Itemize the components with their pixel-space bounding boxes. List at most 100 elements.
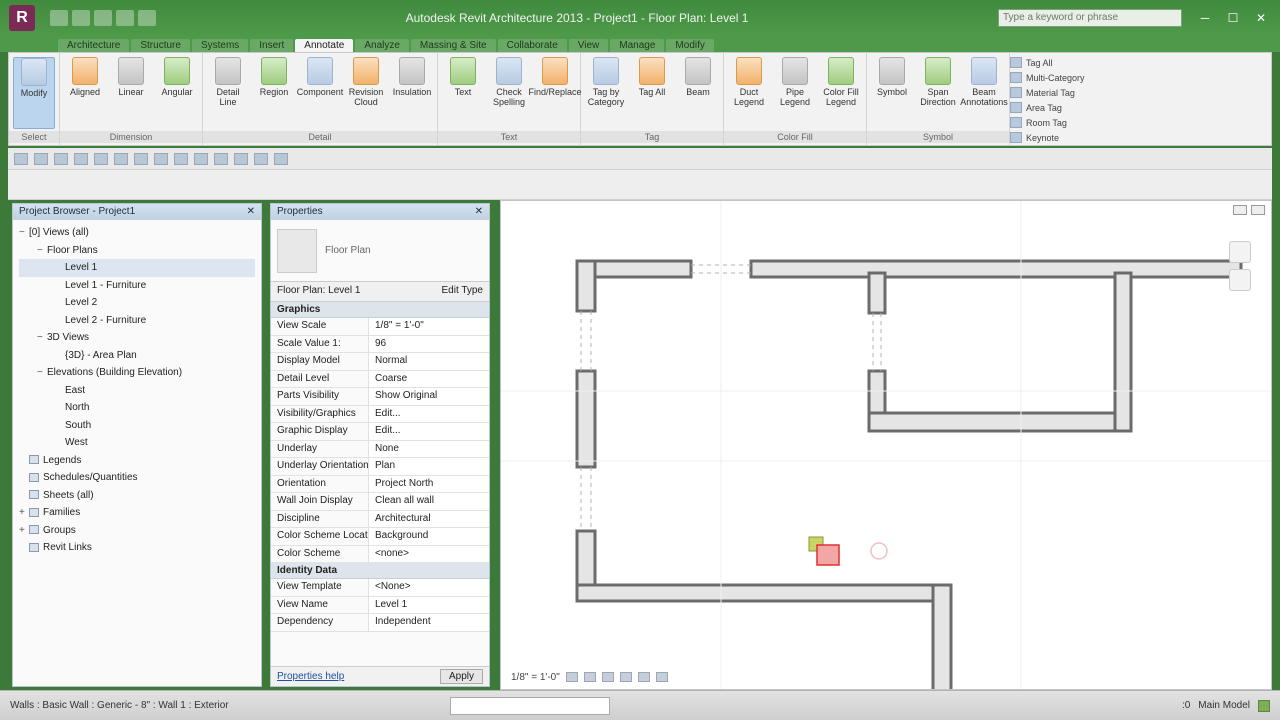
tab-annotate[interactable]: Annotate <box>295 39 354 52</box>
tab-modify[interactable]: Modify <box>666 39 714 52</box>
tab-view[interactable]: View <box>568 39 609 52</box>
tag-by-category-button[interactable]: Tag by Category <box>585 57 627 129</box>
modify-button[interactable]: Modify <box>13 57 55 129</box>
beam-button[interactable]: Beam <box>677 57 719 129</box>
tree-item[interactable]: Schedules/Quantities <box>19 469 255 487</box>
steering-wheel-icon[interactable] <box>1229 269 1251 291</box>
move-icon[interactable] <box>14 152 28 165</box>
expand-toggle-icon[interactable]: + <box>19 504 29 522</box>
property-value[interactable]: Coarse <box>369 370 489 387</box>
tree-item[interactable]: − Elevations (Building Elevation) <box>19 364 255 382</box>
angular-button[interactable]: Angular <box>156 57 198 129</box>
property-value[interactable]: Clean all wall <box>369 493 489 510</box>
tree-item[interactable]: + Groups <box>19 522 255 540</box>
property-value[interactable]: Plan <box>369 458 489 475</box>
tree-item[interactable]: − Floor Plans <box>19 242 255 260</box>
undo-icon[interactable] <box>94 10 112 26</box>
property-value[interactable]: Independent <box>369 614 489 631</box>
tree-item[interactable]: + Families <box>19 504 255 522</box>
trim-icon[interactable] <box>154 152 168 165</box>
expand-toggle-icon[interactable]: − <box>19 224 29 242</box>
create-similar-icon[interactable] <box>274 152 288 165</box>
tree-item[interactable]: −3D Views <box>19 329 255 347</box>
expand-toggle-icon[interactable]: − <box>37 364 47 382</box>
instance-filter[interactable]: Floor Plan: Level 1 Edit Type <box>271 282 489 302</box>
properties-help-link[interactable]: Properties help <box>277 671 344 682</box>
visual-style-icon[interactable] <box>583 672 596 682</box>
small-command-tag-all[interactable]: Tag All <box>1010 57 1132 68</box>
tree-item[interactable]: Level 1 <box>19 259 255 277</box>
property-value[interactable]: <none> <box>369 545 489 562</box>
expand-toggle-icon[interactable]: − <box>37 329 47 347</box>
component-button[interactable]: Component <box>297 57 343 129</box>
symbol-button[interactable]: Symbol <box>871 57 913 129</box>
small-command-keynote[interactable]: Keynote <box>1010 132 1132 143</box>
check-spelling-button[interactable]: Check Spelling <box>488 57 530 129</box>
apply-button[interactable]: Apply <box>439 669 483 684</box>
pipe-legend-button[interactable]: Pipe Legend <box>774 57 816 129</box>
revision-cloud-button[interactable]: Revision Cloud <box>345 57 387 129</box>
pin-icon[interactable] <box>214 152 228 165</box>
help-search-input[interactable]: Type a keyword or phrase <box>998 9 1182 27</box>
detail-level-icon[interactable] <box>565 672 578 682</box>
property-value[interactable]: Edit... <box>369 423 489 440</box>
aligned-button[interactable]: Aligned <box>64 57 106 129</box>
small-command-room-tag[interactable]: Room Tag <box>1010 117 1132 128</box>
close-button[interactable]: ✕ <box>1248 9 1274 27</box>
tab-collaborate[interactable]: Collaborate <box>497 39 567 52</box>
beam-annotations-button[interactable]: Beam Annotations <box>960 57 1008 129</box>
tab-systems[interactable]: Systems <box>191 39 249 52</box>
split-icon[interactable] <box>174 152 188 165</box>
mirror-icon[interactable] <box>74 152 88 165</box>
tree-item[interactable]: Level 1 - Furniture <box>19 277 255 295</box>
tree-item[interactable]: Legends <box>19 452 255 470</box>
minimize-button[interactable]: ─ <box>1192 9 1218 27</box>
delete-icon[interactable] <box>234 152 248 165</box>
property-value[interactable]: <None> <box>369 579 489 596</box>
view-cube-icon[interactable] <box>1229 241 1251 263</box>
span-direction-button[interactable]: Span Direction <box>917 57 959 129</box>
design-option-label[interactable]: Main Model <box>1198 700 1250 711</box>
measure-icon[interactable] <box>254 152 268 165</box>
temporary-hide-icon[interactable] <box>655 672 668 682</box>
view-scale-label[interactable]: 1/8" = 1'-0" <box>511 672 560 683</box>
insulation-button[interactable]: Insulation <box>391 57 433 129</box>
small-command-multi-category[interactable]: Multi-Category <box>1010 72 1132 83</box>
close-icon[interactable]: ✕ <box>247 206 255 218</box>
text-button[interactable]: Text <box>442 57 484 129</box>
close-icon[interactable]: ✕ <box>475 206 483 218</box>
floor-plan-drawing[interactable] <box>501 201 1272 690</box>
property-value[interactable]: Show Original <box>369 388 489 405</box>
tree-item[interactable]: North <box>19 399 255 417</box>
tree-item[interactable]: East <box>19 382 255 400</box>
maximize-button[interactable]: ☐ <box>1220 9 1246 27</box>
save-icon[interactable] <box>72 10 90 26</box>
tree-item[interactable]: South <box>19 417 255 435</box>
workset-selector[interactable] <box>450 696 610 715</box>
property-value[interactable]: None <box>369 440 489 457</box>
color-fill-legend-button[interactable]: Color Fill Legend <box>820 57 862 129</box>
rotate-icon[interactable] <box>54 152 68 165</box>
tree-item[interactable]: Revit Links <box>19 539 255 557</box>
property-value[interactable]: Level 1 <box>369 596 489 613</box>
expand-toggle-icon[interactable]: + <box>19 522 29 540</box>
small-command-area-tag[interactable]: Area Tag <box>1010 102 1132 113</box>
small-command-material-tag[interactable]: Material Tag <box>1010 87 1132 98</box>
filter-icon[interactable] <box>1258 699 1270 712</box>
property-value[interactable]: Architectural <box>369 510 489 527</box>
property-value[interactable]: Normal <box>369 353 489 370</box>
tree-item[interactable]: Level 2 <box>19 294 255 312</box>
linear-button[interactable]: Linear <box>110 57 152 129</box>
tree-item[interactable]: West <box>19 434 255 452</box>
tab-analyze[interactable]: Analyze <box>355 39 409 52</box>
shadows-icon[interactable] <box>619 672 632 682</box>
align-icon[interactable] <box>134 152 148 165</box>
tab-manage[interactable]: Manage <box>610 39 665 52</box>
tree-item[interactable]: Level 2 - Furniture <box>19 312 255 330</box>
duct-legend-button[interactable]: Duct Legend <box>728 57 770 129</box>
open-icon[interactable] <box>50 10 68 26</box>
tree-item[interactable]: Sheets (all) <box>19 487 255 505</box>
tab-massing-site[interactable]: Massing & Site <box>410 39 496 52</box>
type-selector[interactable]: Floor Plan <box>271 220 489 282</box>
tab-structure[interactable]: Structure <box>131 39 190 52</box>
